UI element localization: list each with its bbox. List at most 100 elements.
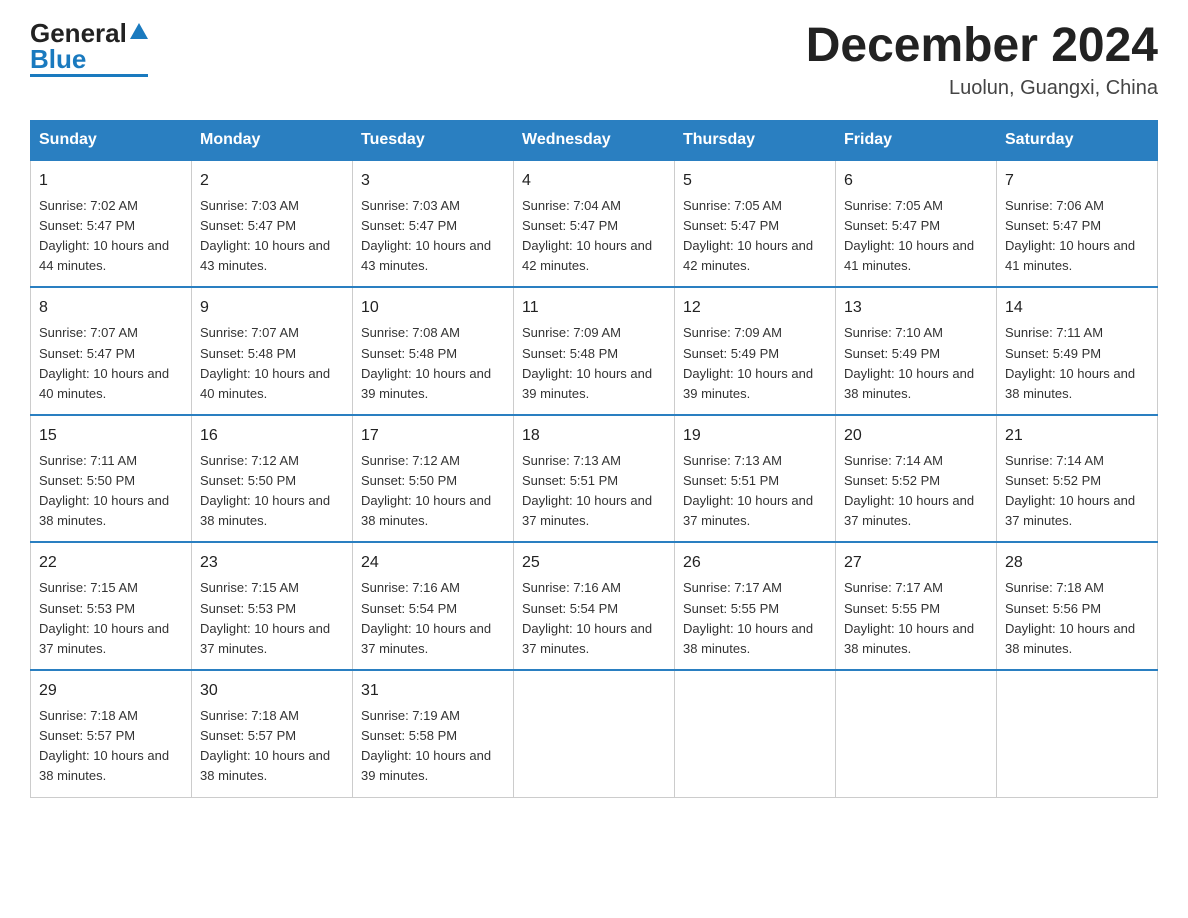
day-info: Sunrise: 7:11 AMSunset: 5:49 PMDaylight:… bbox=[1005, 325, 1135, 400]
day-number: 24 bbox=[361, 551, 505, 575]
day-number: 6 bbox=[844, 169, 988, 193]
weekday-header-saturday: Saturday bbox=[997, 120, 1158, 160]
calendar-cell: 16 Sunrise: 7:12 AMSunset: 5:50 PMDayligh… bbox=[192, 415, 353, 543]
day-number: 30 bbox=[200, 679, 344, 703]
calendar-table: SundayMondayTuesdayWednesdayThursdayFrid… bbox=[30, 120, 1158, 798]
weekday-header-sunday: Sunday bbox=[31, 120, 192, 160]
day-info: Sunrise: 7:06 AMSunset: 5:47 PMDaylight:… bbox=[1005, 198, 1135, 273]
calendar-body: 1 Sunrise: 7:02 AMSunset: 5:47 PMDaylight… bbox=[31, 160, 1158, 797]
day-number: 28 bbox=[1005, 551, 1149, 575]
day-number: 25 bbox=[522, 551, 666, 575]
calendar-cell: 12 Sunrise: 7:09 AMSunset: 5:49 PMDayligh… bbox=[675, 287, 836, 415]
day-number: 10 bbox=[361, 296, 505, 320]
day-info: Sunrise: 7:02 AMSunset: 5:47 PMDaylight:… bbox=[39, 198, 169, 273]
day-info: Sunrise: 7:16 AMSunset: 5:54 PMDaylight:… bbox=[361, 580, 491, 655]
day-info: Sunrise: 7:07 AMSunset: 5:48 PMDaylight:… bbox=[200, 325, 330, 400]
day-info: Sunrise: 7:18 AMSunset: 5:57 PMDaylight:… bbox=[200, 708, 330, 783]
weekday-header-tuesday: Tuesday bbox=[353, 120, 514, 160]
calendar-cell: 7 Sunrise: 7:06 AMSunset: 5:47 PMDaylight… bbox=[997, 160, 1158, 288]
day-number: 7 bbox=[1005, 169, 1149, 193]
day-info: Sunrise: 7:14 AMSunset: 5:52 PMDaylight:… bbox=[844, 453, 974, 528]
calendar-cell: 28 Sunrise: 7:18 AMSunset: 5:56 PMDayligh… bbox=[997, 542, 1158, 670]
calendar-cell bbox=[675, 670, 836, 797]
day-info: Sunrise: 7:19 AMSunset: 5:58 PMDaylight:… bbox=[361, 708, 491, 783]
calendar-cell: 8 Sunrise: 7:07 AMSunset: 5:47 PMDaylight… bbox=[31, 287, 192, 415]
calendar-cell bbox=[997, 670, 1158, 797]
day-info: Sunrise: 7:16 AMSunset: 5:54 PMDaylight:… bbox=[522, 580, 652, 655]
day-info: Sunrise: 7:12 AMSunset: 5:50 PMDaylight:… bbox=[200, 453, 330, 528]
day-number: 12 bbox=[683, 296, 827, 320]
day-number: 18 bbox=[522, 424, 666, 448]
day-info: Sunrise: 7:18 AMSunset: 5:57 PMDaylight:… bbox=[39, 708, 169, 783]
calendar-cell: 17Sunrise: 7:12 AMSunset: 5:50 PMDayligh… bbox=[353, 415, 514, 543]
day-number: 20 bbox=[844, 424, 988, 448]
calendar-week-row: 22 Sunrise: 7:15 AMSunset: 5:53 PMDayligh… bbox=[31, 542, 1158, 670]
day-number: 5 bbox=[683, 169, 827, 193]
day-number: 23 bbox=[200, 551, 344, 575]
day-number: 1 bbox=[39, 169, 183, 193]
calendar-cell: 27 Sunrise: 7:17 AMSunset: 5:55 PMDayligh… bbox=[836, 542, 997, 670]
day-number: 21 bbox=[1005, 424, 1149, 448]
weekday-header-wednesday: Wednesday bbox=[514, 120, 675, 160]
calendar-cell: 19Sunrise: 7:13 AMSunset: 5:51 PMDayligh… bbox=[675, 415, 836, 543]
weekday-header-row: SundayMondayTuesdayWednesdayThursdayFrid… bbox=[31, 120, 1158, 160]
day-number: 13 bbox=[844, 296, 988, 320]
day-info: Sunrise: 7:07 AMSunset: 5:47 PMDaylight:… bbox=[39, 325, 169, 400]
calendar-week-row: 29 Sunrise: 7:18 AMSunset: 5:57 PMDayligh… bbox=[31, 670, 1158, 797]
day-info: Sunrise: 7:18 AMSunset: 5:56 PMDaylight:… bbox=[1005, 580, 1135, 655]
day-info: Sunrise: 7:09 AMSunset: 5:49 PMDaylight:… bbox=[683, 325, 813, 400]
calendar-cell: 25 Sunrise: 7:16 AMSunset: 5:54 PMDayligh… bbox=[514, 542, 675, 670]
calendar-week-row: 1 Sunrise: 7:02 AMSunset: 5:47 PMDaylight… bbox=[31, 160, 1158, 288]
calendar-cell: 23 Sunrise: 7:15 AMSunset: 5:53 PMDayligh… bbox=[192, 542, 353, 670]
location-subtitle: Luolun, Guangxi, China bbox=[806, 77, 1158, 100]
day-number: 19 bbox=[683, 424, 827, 448]
day-number: 26 bbox=[683, 551, 827, 575]
calendar-cell: 31Sunrise: 7:19 AMSunset: 5:58 PMDayligh… bbox=[353, 670, 514, 797]
calendar-cell: 30 Sunrise: 7:18 AMSunset: 5:57 PMDayligh… bbox=[192, 670, 353, 797]
calendar-cell: 26Sunrise: 7:17 AMSunset: 5:55 PMDayligh… bbox=[675, 542, 836, 670]
day-number: 14 bbox=[1005, 296, 1149, 320]
calendar-cell: 11Sunrise: 7:09 AMSunset: 5:48 PMDayligh… bbox=[514, 287, 675, 415]
calendar-cell: 22 Sunrise: 7:15 AMSunset: 5:53 PMDayligh… bbox=[31, 542, 192, 670]
day-number: 9 bbox=[200, 296, 344, 320]
day-info: Sunrise: 7:03 AMSunset: 5:47 PMDaylight:… bbox=[200, 198, 330, 273]
day-info: Sunrise: 7:05 AMSunset: 5:47 PMDaylight:… bbox=[683, 198, 813, 273]
logo-blue-text: Blue bbox=[30, 46, 148, 77]
day-info: Sunrise: 7:05 AMSunset: 5:47 PMDaylight:… bbox=[844, 198, 974, 273]
logo: General Blue bbox=[30, 20, 148, 77]
weekday-header-monday: Monday bbox=[192, 120, 353, 160]
day-info: Sunrise: 7:08 AMSunset: 5:48 PMDaylight:… bbox=[361, 325, 491, 400]
day-number: 8 bbox=[39, 296, 183, 320]
day-info: Sunrise: 7:15 AMSunset: 5:53 PMDaylight:… bbox=[200, 580, 330, 655]
day-info: Sunrise: 7:14 AMSunset: 5:52 PMDaylight:… bbox=[1005, 453, 1135, 528]
logo-triangle-icon bbox=[130, 23, 148, 39]
calendar-cell: 2Sunrise: 7:03 AMSunset: 5:47 PMDaylight… bbox=[192, 160, 353, 288]
day-info: Sunrise: 7:13 AMSunset: 5:51 PMDaylight:… bbox=[522, 453, 652, 528]
day-number: 27 bbox=[844, 551, 988, 575]
day-info: Sunrise: 7:17 AMSunset: 5:55 PMDaylight:… bbox=[844, 580, 974, 655]
calendar-cell: 9 Sunrise: 7:07 AMSunset: 5:48 PMDaylight… bbox=[192, 287, 353, 415]
calendar-cell: 4Sunrise: 7:04 AMSunset: 5:47 PMDaylight… bbox=[514, 160, 675, 288]
title-section: December 2024 Luolun, Guangxi, China bbox=[806, 20, 1158, 100]
day-info: Sunrise: 7:15 AMSunset: 5:53 PMDaylight:… bbox=[39, 580, 169, 655]
logo-general-text: General bbox=[30, 20, 127, 46]
day-number: 22 bbox=[39, 551, 183, 575]
calendar-cell: 6 Sunrise: 7:05 AMSunset: 5:47 PMDaylight… bbox=[836, 160, 997, 288]
day-info: Sunrise: 7:12 AMSunset: 5:50 PMDaylight:… bbox=[361, 453, 491, 528]
day-number: 3 bbox=[361, 169, 505, 193]
calendar-cell: 5 Sunrise: 7:05 AMSunset: 5:47 PMDaylight… bbox=[675, 160, 836, 288]
month-title: December 2024 bbox=[806, 20, 1158, 73]
calendar-week-row: 15Sunrise: 7:11 AMSunset: 5:50 PMDayligh… bbox=[31, 415, 1158, 543]
day-number: 29 bbox=[39, 679, 183, 703]
calendar-cell: 14 Sunrise: 7:11 AMSunset: 5:49 PMDayligh… bbox=[997, 287, 1158, 415]
calendar-cell bbox=[514, 670, 675, 797]
calendar-cell: 29 Sunrise: 7:18 AMSunset: 5:57 PMDayligh… bbox=[31, 670, 192, 797]
calendar-week-row: 8 Sunrise: 7:07 AMSunset: 5:47 PMDaylight… bbox=[31, 287, 1158, 415]
page-header: General Blue December 2024 Luolun, Guang… bbox=[30, 20, 1158, 100]
calendar-cell bbox=[836, 670, 997, 797]
day-number: 11 bbox=[522, 296, 666, 320]
day-number: 16 bbox=[200, 424, 344, 448]
calendar-cell: 10 Sunrise: 7:08 AMSunset: 5:48 PMDayligh… bbox=[353, 287, 514, 415]
calendar-cell: 1 Sunrise: 7:02 AMSunset: 5:47 PMDaylight… bbox=[31, 160, 192, 288]
weekday-header-friday: Friday bbox=[836, 120, 997, 160]
